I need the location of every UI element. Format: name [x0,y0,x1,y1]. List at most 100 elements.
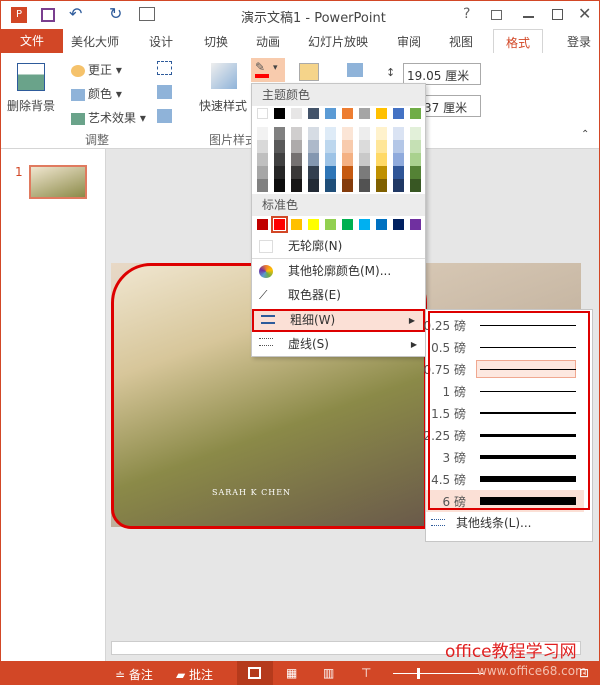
reading-view-button[interactable]: ▥ [323,666,334,680]
maximize-button[interactable] [552,9,563,20]
theme-shade-swatch[interactable] [257,153,268,166]
theme-color-swatch[interactable] [325,108,336,119]
no-outline-item[interactable]: 无轮廓(N) [252,235,425,258]
standard-color-swatch[interactable] [393,219,404,230]
tab-view[interactable]: 视图 [449,33,473,50]
theme-color-swatch[interactable] [359,108,370,119]
theme-shade-swatch[interactable] [376,140,387,153]
picture-effects-icon[interactable] [299,63,319,81]
theme-shade-swatch[interactable] [359,153,370,166]
standard-color-swatch[interactable] [308,219,319,230]
theme-shade-swatch[interactable] [342,140,353,153]
zoom-slider[interactable] [393,668,483,679]
theme-shade-swatch[interactable] [376,179,387,192]
dashes-item[interactable]: 虚线(S) ▶ [252,333,425,356]
tab-animations[interactable]: 动画 [256,33,280,50]
theme-shade-swatch[interactable] [393,127,404,140]
theme-shade-swatch[interactable] [291,127,302,140]
presentation-icon[interactable] [139,7,155,21]
slideshow-button[interactable]: ⊤ [361,666,371,680]
tab-slideshow[interactable]: 幻灯片放映 [308,33,368,50]
theme-shade-swatch[interactable] [410,140,421,153]
theme-color-swatch[interactable] [410,108,421,119]
standard-color-swatch[interactable] [342,219,353,230]
theme-shade-swatch[interactable] [325,153,336,166]
theme-shade-swatch[interactable] [376,153,387,166]
reset-picture-icon[interactable] [157,109,172,123]
standard-color-swatch[interactable] [325,219,336,230]
theme-shade-swatch[interactable] [308,166,319,179]
compress-icon[interactable] [157,61,172,75]
artistic-effects-button[interactable]: 艺术效果 ▾ [71,109,146,126]
tab-transitions[interactable]: 切换 [204,33,228,50]
theme-shade-swatch[interactable] [359,179,370,192]
theme-shade-swatch[interactable] [410,179,421,192]
theme-shade-swatch[interactable] [342,127,353,140]
theme-shade-swatch[interactable] [359,140,370,153]
undo-icon[interactable]: ↶ [69,4,82,23]
redo-icon[interactable]: ↻ [109,4,122,23]
standard-color-swatch[interactable] [410,219,421,230]
remove-background-button[interactable]: 删除背景 [7,97,55,114]
theme-shade-swatch[interactable] [376,127,387,140]
more-lines-item[interactable]: 其他线条(L)... [426,512,592,534]
theme-shade-swatch[interactable] [257,140,268,153]
theme-shade-swatch[interactable] [291,179,302,192]
theme-shade-swatch[interactable] [325,166,336,179]
theme-shade-swatch[interactable] [257,127,268,140]
theme-shade-swatch[interactable] [410,153,421,166]
collapse-ribbon-icon[interactable]: ⌃ [581,129,589,140]
theme-shade-swatch[interactable] [325,140,336,153]
tab-design[interactable]: 设计 [149,33,173,50]
standard-color-swatch[interactable] [376,219,387,230]
theme-shade-swatch[interactable] [342,153,353,166]
theme-shade-swatch[interactable] [291,166,302,179]
theme-shade-swatch[interactable] [291,153,302,166]
height-input[interactable]: 19.05 厘米 [403,63,481,85]
tab-review[interactable]: 审阅 [397,33,421,50]
theme-shade-swatch[interactable] [342,179,353,192]
theme-shade-swatch[interactable] [393,179,404,192]
standard-color-swatch[interactable] [271,216,288,233]
theme-shade-swatch[interactable] [308,140,319,153]
standard-color-swatch[interactable] [359,219,370,230]
theme-shade-swatch[interactable] [274,179,285,192]
weight-item[interactable]: 粗细(W) ▶ [252,309,425,332]
notes-button[interactable]: ≐ 备注 [115,666,153,683]
theme-shade-swatch[interactable] [274,166,285,179]
theme-color-swatch[interactable] [257,108,268,119]
picture-border-button[interactable]: ✎ ▾ [251,58,285,82]
close-button[interactable]: ✕ [578,4,591,23]
theme-shade-swatch[interactable] [359,166,370,179]
quick-styles-button[interactable]: 快速样式 [199,97,247,114]
comments-button[interactable]: ▰ 批注 [176,666,213,683]
corrections-button[interactable]: 更正 ▾ [71,61,122,78]
theme-shade-swatch[interactable] [308,153,319,166]
theme-color-swatch[interactable] [291,108,302,119]
help-button[interactable]: ? [463,6,470,22]
theme-shade-swatch[interactable] [257,179,268,192]
theme-shade-swatch[interactable] [342,166,353,179]
theme-shade-swatch[interactable] [376,166,387,179]
theme-shade-swatch[interactable] [274,127,285,140]
theme-color-swatch[interactable] [393,108,404,119]
normal-view-button[interactable] [237,661,273,685]
standard-color-swatch[interactable] [291,219,302,230]
theme-shade-swatch[interactable] [410,127,421,140]
minimize-button[interactable] [523,16,534,18]
slide-thumbnail[interactable] [29,165,87,199]
theme-shade-swatch[interactable] [291,140,302,153]
ribbon-display-button[interactable] [491,10,502,20]
theme-color-swatch[interactable] [274,108,285,119]
tab-beautify[interactable]: 美化大师 [71,33,119,50]
fit-to-window-icon[interactable]: ⊡ [579,666,589,680]
theme-color-swatch[interactable] [376,108,387,119]
tab-format[interactable]: 格式 [493,29,544,54]
theme-shade-swatch[interactable] [308,127,319,140]
theme-shade-swatch[interactable] [393,140,404,153]
theme-shade-swatch[interactable] [274,140,285,153]
theme-shade-swatch[interactable] [393,166,404,179]
slide-sorter-button[interactable]: ▦ [286,666,297,680]
change-picture-icon[interactable] [157,85,172,99]
color-button[interactable]: 颜色 ▾ [71,85,122,102]
